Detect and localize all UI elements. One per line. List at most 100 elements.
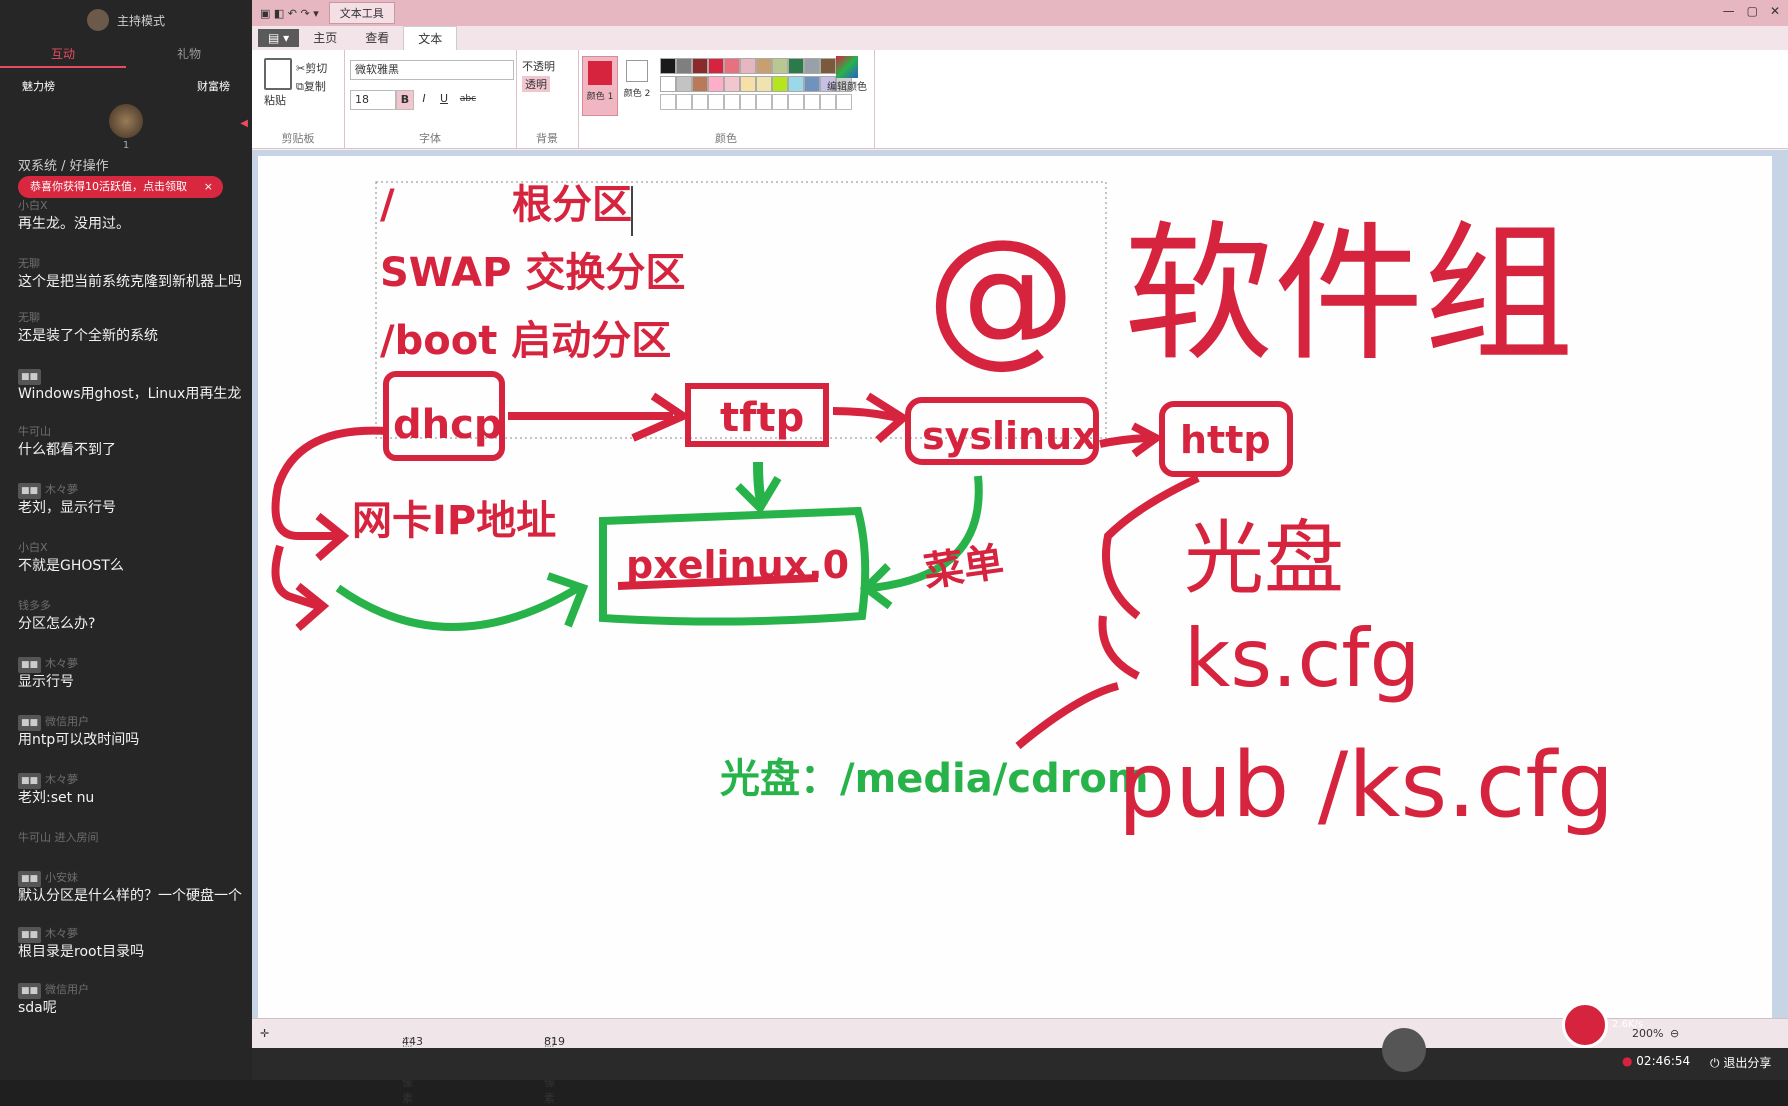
chat-username: 小白X (18, 541, 48, 554)
close-icon[interactable]: × (204, 176, 213, 198)
palette-swatch[interactable] (788, 76, 804, 92)
palette-swatch[interactable] (756, 58, 772, 74)
color2-selector[interactable]: 颜色 2 (620, 56, 654, 114)
user-badge: ■■ (18, 483, 42, 499)
user-badge: ■■ (18, 657, 42, 673)
chat-username: 无聊 (18, 311, 40, 324)
transparent-option[interactable]: 透明 (522, 76, 550, 92)
zoom-out-icon[interactable]: ⊖ (1670, 1027, 1679, 1040)
canvas-area: / 根分区 SWAP 交换分区 /boot 启动分区 dhcp tftp sys… (252, 150, 1788, 1030)
exit-share-button[interactable]: ⏻ 退出分享 (1710, 1054, 1771, 1071)
paste-button[interactable]: 粘贴 (264, 92, 286, 108)
underline-button[interactable]: U (436, 90, 452, 108)
palette-swatch[interactable] (724, 76, 740, 92)
cut-button[interactable]: ✂剪切 (296, 60, 327, 76)
palette-swatch[interactable] (772, 76, 788, 92)
palette-swatch[interactable] (676, 76, 692, 92)
palette-swatch-empty[interactable] (804, 94, 820, 110)
palette-swatch-empty[interactable] (724, 94, 740, 110)
chat-tabs: 互动 礼物 (0, 40, 252, 68)
user-badge: ■■ (18, 369, 42, 385)
edit-colors-button[interactable]: 编辑颜色 (824, 56, 870, 93)
syslinux-label: syslinux (922, 414, 1097, 458)
palette-swatch[interactable] (660, 58, 676, 74)
palette-swatch[interactable] (676, 58, 692, 74)
text-boot-partition: /boot 启动分区 (380, 318, 671, 364)
palette-swatch-empty[interactable] (772, 94, 788, 110)
user-badge: ■■ (18, 715, 42, 731)
palette-swatch[interactable] (804, 76, 820, 92)
maximize-icon[interactable]: ▢ (1747, 4, 1758, 18)
chevron-right-icon[interactable]: ◀ (240, 118, 248, 129)
palette-swatch[interactable] (660, 76, 676, 92)
color1-swatch (588, 61, 612, 85)
tab-interaction[interactable]: 互动 (0, 40, 126, 68)
chat-text: 老刘，显示行号 (18, 500, 116, 516)
palette-swatch-empty[interactable] (788, 94, 804, 110)
paste-icon[interactable] (264, 58, 292, 90)
tab-view[interactable]: 查看 (351, 26, 403, 50)
strikethrough-button[interactable]: abc (456, 90, 480, 108)
reward-notice[interactable]: 恭喜你获得10活跃值，点击领取 × (18, 176, 223, 198)
record-button[interactable] (1562, 1002, 1608, 1048)
palette-swatch-empty[interactable] (660, 94, 676, 110)
palette-swatch[interactable] (772, 58, 788, 74)
color2-label: 颜色 2 (623, 89, 651, 99)
palette-swatch-empty[interactable] (708, 94, 724, 110)
bold-button[interactable]: B (396, 90, 414, 110)
palette-swatch[interactable] (724, 58, 740, 74)
chat-username: 微信用户 (45, 715, 90, 728)
font-family-select[interactable]: 微软雅黑 (350, 60, 514, 80)
font-size-select[interactable]: 18 (350, 90, 396, 110)
title-bar: ▣ ◧ ↶ ↷ ▾ 文本工具 — ▢ ✕ (252, 0, 1788, 26)
copy-button[interactable]: ⧉复制 (296, 78, 326, 94)
green-arrow-nic-to-pxe (335, 584, 581, 631)
palette-swatch-empty[interactable] (836, 94, 852, 110)
user-badge: ■■ (18, 983, 42, 999)
hand-menu-label: 菜单 (921, 539, 1007, 596)
palette-swatch[interactable] (708, 76, 724, 92)
palette-swatch[interactable] (756, 76, 772, 92)
palette-swatch-empty[interactable] (756, 94, 772, 110)
palette-swatch-empty[interactable] (740, 94, 756, 110)
palette-swatch-empty[interactable] (692, 94, 708, 110)
file-menu-button[interactable]: ▤ ▾ (258, 29, 300, 47)
color1-selector[interactable]: 颜色 1 (582, 56, 618, 116)
background-group: 不透明 透明 背景 (516, 50, 579, 148)
list-item: ■■ 木々夢 老刘，显示行号 (18, 482, 252, 518)
download-speed: 2.6K/s (1612, 1019, 1644, 1030)
tab-text[interactable]: 文本 (403, 26, 458, 50)
chat-header: 主持模式 (0, 0, 252, 40)
palette-swatch[interactable] (692, 58, 708, 74)
chat-text: 还是装了个全新的系统 (18, 328, 158, 344)
drawing-canvas[interactable]: / 根分区 SWAP 交换分区 /boot 启动分区 dhcp tftp sys… (258, 156, 1772, 1024)
tab-gifts[interactable]: 礼物 (126, 40, 252, 68)
tab-home[interactable]: 主页 (299, 26, 351, 50)
italic-button[interactable]: I (416, 90, 432, 108)
palette-swatch[interactable] (740, 58, 756, 74)
cdrom-path-label: 光盘：/media/cdrom (720, 756, 1149, 802)
wealth-rank-tab[interactable]: 财富榜 (197, 78, 230, 94)
edit-colors-label: 编辑颜色 (827, 82, 867, 93)
font-group: 微软雅黑 18 B I U abc 字体 (344, 50, 517, 148)
list-item: 小白X 再生龙。没用过。 (18, 198, 252, 234)
top-fan-avatar[interactable] (109, 104, 143, 138)
palette-swatch[interactable] (804, 58, 820, 74)
charm-rank-tab[interactable]: 魅力榜 (22, 78, 55, 94)
palette-swatch[interactable] (788, 58, 804, 74)
text-tools-context-tab[interactable]: 文本工具 (328, 2, 395, 24)
reward-notice-text: 恭喜你获得10活跃值，点击领取 (30, 180, 187, 193)
palette-swatch[interactable] (740, 76, 756, 92)
palette-swatch-empty[interactable] (676, 94, 692, 110)
minimize-icon[interactable]: — (1723, 4, 1735, 18)
opaque-option[interactable]: 不透明 (522, 58, 555, 74)
palette-swatch-empty[interactable] (820, 94, 836, 110)
upload-speed: 37K/s (1612, 1005, 1640, 1016)
palette-swatch[interactable] (708, 58, 724, 74)
palette-swatch[interactable] (692, 76, 708, 92)
chat-username: 无聊 (18, 257, 40, 270)
paint-app-icon[interactable]: ▣ ◧ ↶ ↷ ▾ (260, 7, 319, 20)
close-icon[interactable]: ✕ (1770, 4, 1780, 18)
color2-swatch (626, 60, 648, 82)
tftp-label: tftp (720, 395, 804, 441)
